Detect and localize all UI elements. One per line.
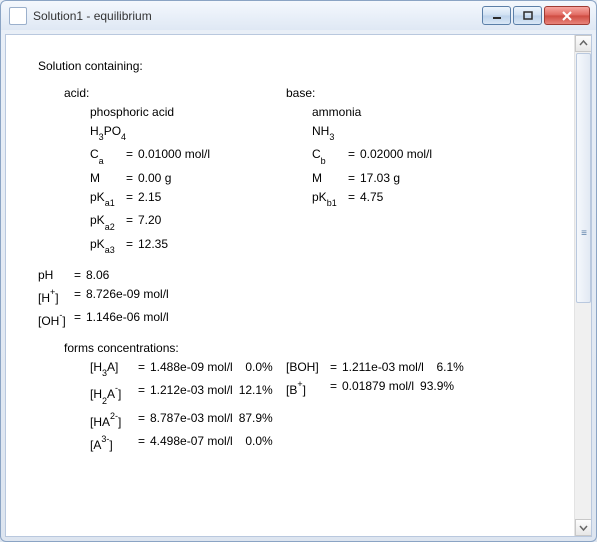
forms-base-col: [BOH] = 1.211e-03 mol/l 6.1% [B+] = 0.01… xyxy=(286,358,564,455)
minimize-button[interactable] xyxy=(482,6,511,25)
ph-row: pH = 8.06 xyxy=(38,266,564,285)
scrollbar-thumb[interactable] xyxy=(576,53,591,303)
forms-b1: [B+] = 0.01879 mol/l 93.9% xyxy=(286,377,564,400)
scrollbar-track[interactable]: ≡ xyxy=(574,35,591,536)
maximize-icon xyxy=(523,11,533,21)
hplus-value: 8.726e-09 mol/l xyxy=(86,285,169,308)
scrollbar-up-button[interactable] xyxy=(575,35,592,52)
base-m: M = 17.03 g xyxy=(312,169,564,188)
forms-columns: [H3A] = 1.488e-09 mol/l 0.0% [H2A-] = 1.… xyxy=(38,358,564,455)
report: Solution containing: acid: phosphoric ac… xyxy=(6,35,574,536)
forms-label: forms concentrations: xyxy=(64,339,564,358)
app-icon xyxy=(9,7,27,25)
forms-a0: [H3A] = 1.488e-09 mol/l 0.0% xyxy=(90,358,286,381)
forms-block: forms concentrations: [H3A] = 1.488e-09 … xyxy=(38,339,564,455)
acid-name: phosphoric acid xyxy=(90,103,286,122)
client-frame: Solution containing: acid: phosphoric ac… xyxy=(0,30,597,542)
acid-pka1: pKa1 = 2.15 xyxy=(90,188,286,211)
base-cb: Cb = 0.02000 mol/l xyxy=(312,145,564,168)
acid-label: acid: xyxy=(64,84,286,103)
maximize-button[interactable] xyxy=(513,6,542,25)
acid-pka2: pKa2 = 7.20 xyxy=(90,211,286,234)
close-button[interactable] xyxy=(544,6,590,25)
acid-formula: H3PO4 xyxy=(90,122,286,145)
acid-column: acid: phosphoric acid H3PO4 Ca = 0.01000… xyxy=(38,84,286,258)
minimize-icon xyxy=(492,11,502,21)
ohminus-row: [OH-] = 1.146e-06 mol/l xyxy=(38,308,564,331)
base-column: base: ammonia NH3 Cb = 0.02000 mol/l M =… xyxy=(286,84,564,258)
acid-base-columns: acid: phosphoric acid H3PO4 Ca = 0.01000… xyxy=(38,84,564,258)
title-bar: Solution1 - equilibrium xyxy=(0,0,597,30)
forms-a3: [A3-] = 4.498e-07 mol/l 0.0% xyxy=(90,432,286,455)
base-label: base: xyxy=(286,84,564,103)
chevron-up-icon xyxy=(579,39,588,48)
acid-pka3: pKa3 = 12.35 xyxy=(90,235,286,258)
chevron-down-icon xyxy=(579,523,588,532)
window-buttons xyxy=(482,6,590,25)
close-icon xyxy=(561,11,573,21)
forms-a2: [HA2-] = 8.787e-03 mol/l 87.9% xyxy=(90,409,286,432)
acid-ca: Ca = 0.01000 mol/l xyxy=(90,145,286,168)
hplus-row: [H+] = 8.726e-09 mol/l xyxy=(38,285,564,308)
acid-m-value: 0.00 g xyxy=(138,169,171,188)
base-m-value: 17.03 g xyxy=(360,169,400,188)
scrollbar-down-button[interactable] xyxy=(575,519,592,536)
solution-props: pH = 8.06 [H+] = 8.726e-09 mol/l [OH-] =… xyxy=(38,266,564,331)
base-name: ammonia xyxy=(312,103,564,122)
base-formula: NH3 xyxy=(312,122,564,145)
base-cb-value: 0.02000 mol/l xyxy=(360,145,432,168)
scrollbar-mid-mark: ≡ xyxy=(581,228,587,239)
base-pkb1: pKb1 = 4.75 xyxy=(312,188,564,211)
window-title: Solution1 - equilibrium xyxy=(33,9,482,23)
heading: Solution containing: xyxy=(38,57,564,76)
forms-b0: [BOH] = 1.211e-03 mol/l 6.1% xyxy=(286,358,564,377)
acid-m: M = 0.00 g xyxy=(90,169,286,188)
client-area: Solution containing: acid: phosphoric ac… xyxy=(5,34,592,537)
forms-a1: [H2A-] = 1.212e-03 mol/l 12.1% xyxy=(90,381,286,408)
ohminus-value: 1.146e-06 mol/l xyxy=(86,308,169,331)
acid-ca-value: 0.01000 mol/l xyxy=(138,145,210,168)
forms-acid-col: [H3A] = 1.488e-09 mol/l 0.0% [H2A-] = 1.… xyxy=(38,358,286,455)
ph-value: 8.06 xyxy=(86,266,109,285)
